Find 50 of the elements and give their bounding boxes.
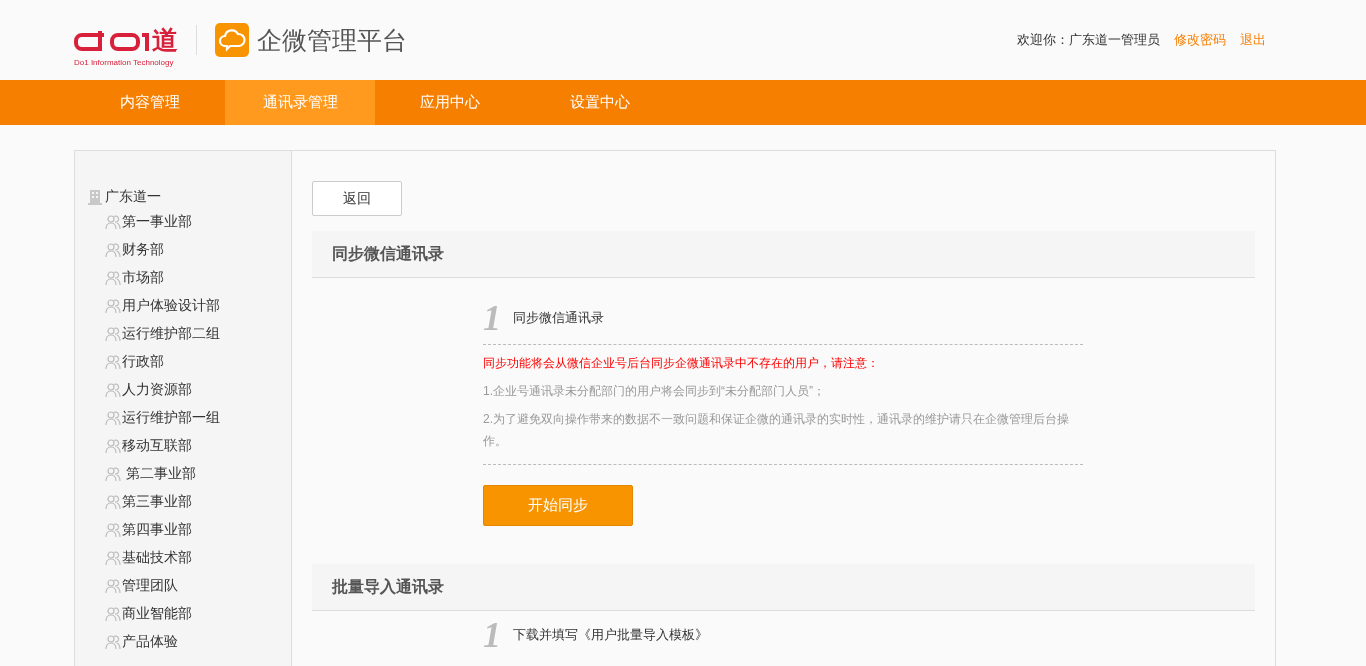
cloud-chat-icon <box>215 23 249 57</box>
department-item[interactable]: 人力资源部 <box>122 381 192 399</box>
department-item[interactable]: 产品体验 <box>122 633 178 651</box>
note-text: 1.企业号通讯录未分配部门的用户将会同步到“未分配部门人员”； <box>483 383 826 400</box>
people-icon <box>105 634 121 650</box>
welcome-text: 欢迎你：广东道一管理员 <box>1017 31 1160 49</box>
platform-title: 企微管理平台 <box>257 24 407 56</box>
section-header: 批量导入通讯录 <box>312 564 1255 611</box>
people-icon <box>105 382 121 398</box>
warning-text: 同步功能将会从微信企业号后台同步企微通讯录中不存在的用户，请注意： <box>483 355 880 372</box>
people-icon <box>105 410 121 426</box>
people-icon <box>105 214 121 230</box>
department-item[interactable]: 第一事业部 <box>122 213 192 231</box>
department-item[interactable]: 第二事业部 <box>122 465 196 483</box>
people-icon <box>105 522 121 538</box>
department-item[interactable]: 行政部 <box>122 353 164 371</box>
department-item[interactable]: 运行维护部一组 <box>122 409 220 427</box>
building-icon <box>88 189 102 205</box>
people-icon <box>105 354 121 370</box>
people-icon <box>105 578 121 594</box>
people-icon <box>105 550 121 566</box>
department-item[interactable]: 移动互联部 <box>122 437 192 455</box>
step-title: 同步微信通讯录 <box>513 309 604 327</box>
department-item[interactable]: 商业智能部 <box>122 605 192 623</box>
people-icon <box>105 494 121 510</box>
people-icon <box>105 242 121 258</box>
note-text: 2.为了避免双向操作带来的数据不一致问题和保证企微的通讯录的实时性，通讯录的维护请只在企微管理后台操作。 <box>483 411 1070 450</box>
back-button[interactable]: 返回 <box>312 181 402 216</box>
step-number: 1 <box>483 617 501 653</box>
department-item[interactable]: 运行维护部二组 <box>122 325 220 343</box>
step-number: 1 <box>483 300 501 336</box>
people-icon <box>105 326 121 342</box>
logo-icon <box>74 31 150 53</box>
step-title: 下载并填写《用户批量导入模板》 <box>513 626 708 644</box>
department-item[interactable]: 第四事业部 <box>122 521 192 539</box>
logo-subtitle: Do1 Information Technology <box>74 58 174 67</box>
department-item[interactable]: 第三事业部 <box>122 493 192 511</box>
section-header: 同步微信通讯录 <box>312 231 1255 278</box>
department-item[interactable]: 财务部 <box>122 241 164 259</box>
people-icon <box>105 298 121 314</box>
department-item[interactable]: 管理团队 <box>122 577 178 595</box>
logo-text: 道 <box>152 27 178 53</box>
department-item[interactable]: 用户体验设计部 <box>122 297 220 315</box>
department-item[interactable]: 市场部 <box>122 269 164 287</box>
people-icon <box>105 466 121 482</box>
people-icon <box>105 606 121 622</box>
department-item[interactable]: 基础技术部 <box>122 549 192 567</box>
tree-root-label[interactable]: 广东道一 <box>105 188 161 206</box>
people-icon <box>105 438 121 454</box>
people-icon <box>105 270 121 286</box>
